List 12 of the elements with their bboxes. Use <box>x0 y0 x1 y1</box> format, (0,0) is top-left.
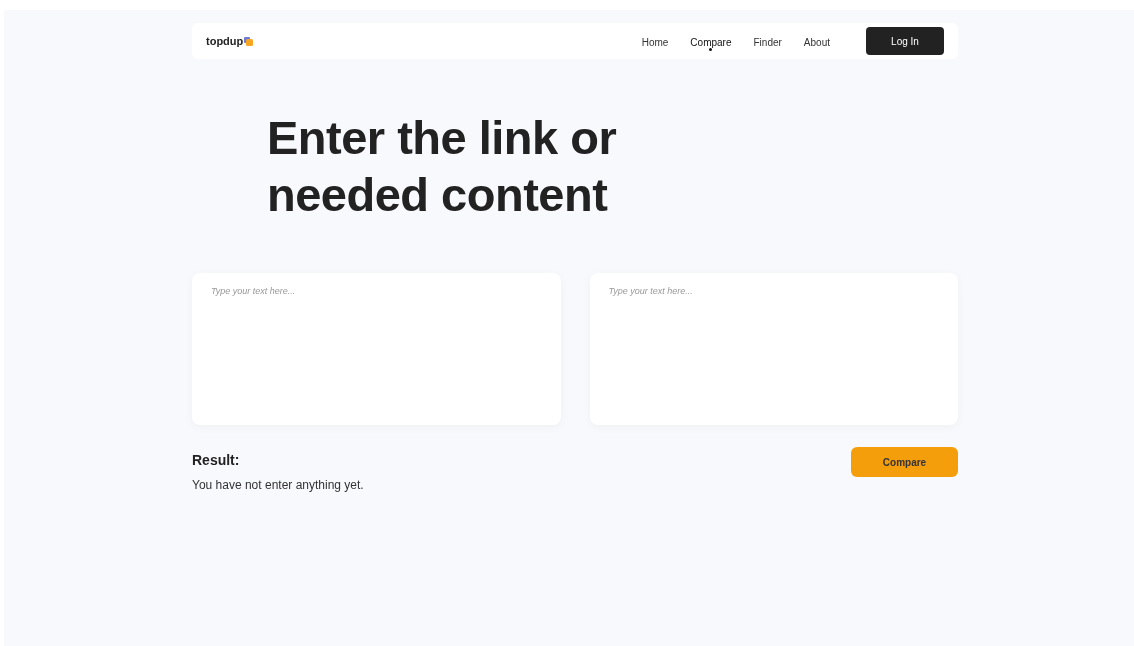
nav-link[interactable]: About <box>803 37 830 48</box>
nav-link[interactable]: Home <box>641 37 669 48</box>
logo[interactable]: topdup <box>206 32 244 50</box>
result-title: Result: <box>192 451 241 470</box>
text-input[interactable]: Type your text here... <box>192 273 561 425</box>
result-text: You have not enter anything yet. <box>192 477 364 494</box>
text-input[interactable]: Type your text here... <box>589 273 958 425</box>
compare-button[interactable]: Compare <box>851 447 958 477</box>
page-heading: Enter the link or needed content <box>267 110 618 223</box>
login-button[interactable]: Log In <box>866 27 944 55</box>
nav-link[interactable]: Compare <box>690 37 732 48</box>
nav-link[interactable]: Finder <box>753 37 782 48</box>
